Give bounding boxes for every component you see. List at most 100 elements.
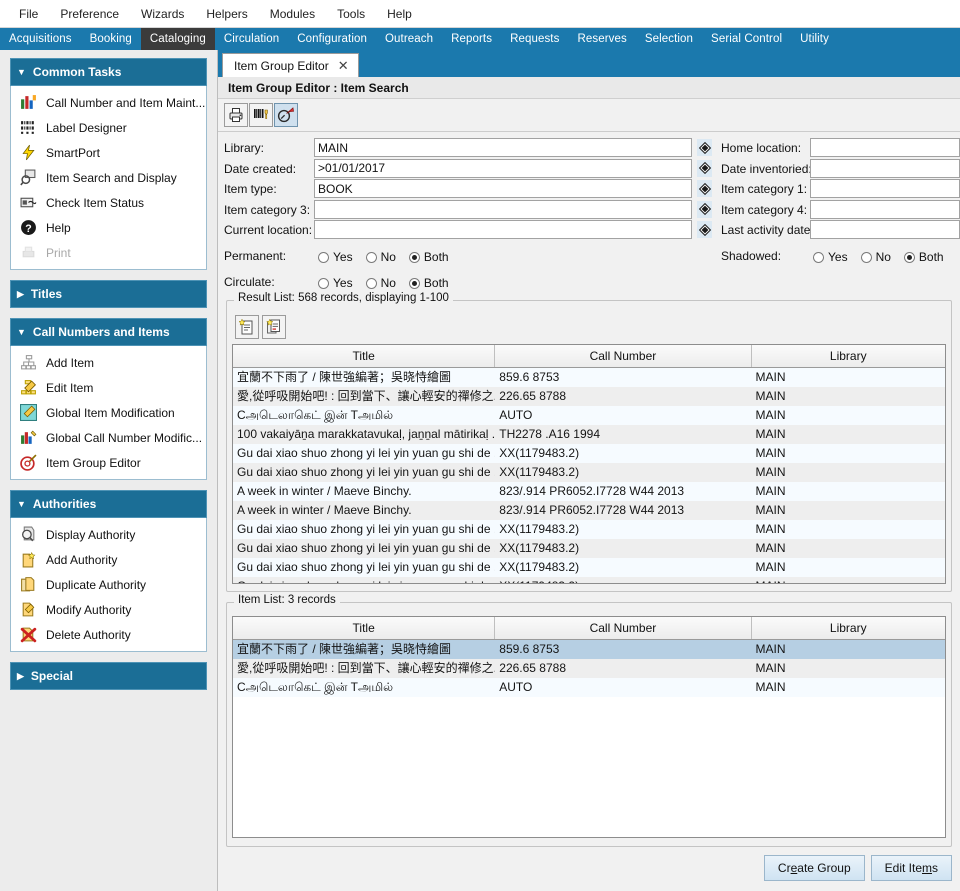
gadget-icon[interactable] <box>697 201 712 218</box>
table-row[interactable]: Gu dai xiao shuo zhong yi lei yin yuan g… <box>233 520 945 539</box>
column-header-title[interactable]: Title <box>233 345 495 367</box>
sidebar-item-check-item-status[interactable]: Check Item Status <box>11 190 206 215</box>
gadget-icon[interactable] <box>697 160 712 177</box>
table-row[interactable]: 100 vakaiyāṉa marakkatavukaḷ, jaṉṉal māt… <box>233 425 945 444</box>
menu-item-help[interactable]: Help <box>376 3 423 25</box>
column-header-title[interactable]: Title <box>233 617 495 639</box>
sidebar-item-item-group-editor[interactable]: Item Group Editor <box>11 450 206 475</box>
shadowed-radio-yes[interactable] <box>813 252 824 263</box>
sidebar-item-label: Add Authority <box>46 553 117 567</box>
menu-item-helpers[interactable]: Helpers <box>195 3 258 25</box>
column-header-library[interactable]: Library <box>752 617 945 639</box>
menu-item-wizards[interactable]: Wizards <box>130 3 195 25</box>
display-authority-icon <box>20 526 37 543</box>
column-header-library[interactable]: Library <box>752 345 945 367</box>
module-tab-configuration[interactable]: Configuration <box>288 28 376 50</box>
module-tab-serial-control[interactable]: Serial Control <box>702 28 791 50</box>
shadowed-radio-both[interactable] <box>904 252 915 263</box>
table-row[interactable]: Gu dai xiao shuo zhong yi lei yin yuan g… <box>233 539 945 558</box>
sidebar-item-add-item[interactable]: Add Item <box>11 350 206 375</box>
table-row[interactable]: Gu dai xiao shuo zhong yi lei yin yuan g… <box>233 463 945 482</box>
edit-items-button[interactable]: Edit Items <box>871 855 952 881</box>
sidebar-item-add-authority[interactable]: Add Authority <box>11 547 206 572</box>
module-tab-reports[interactable]: Reports <box>442 28 501 50</box>
sidebar-item-edit-item[interactable]: Edit Item <box>11 375 206 400</box>
barcode-icon[interactable] <box>249 103 273 127</box>
panel-header-call-numbers-and-items[interactable]: ▼Call Numbers and Items <box>10 318 207 346</box>
column-header-call-number[interactable]: Call Number <box>495 617 751 639</box>
copy-record-icon[interactable] <box>262 315 286 339</box>
sidebar-item-display-authority[interactable]: Display Authority <box>11 522 206 547</box>
sidebar-item-item-search-and-display[interactable]: Item Search and Display <box>11 165 206 190</box>
panel-header-special[interactable]: ▶Special <box>10 662 207 690</box>
create-group-button[interactable]: Create Group <box>764 855 865 881</box>
new-record-icon[interactable] <box>235 315 259 339</box>
table-row[interactable]: Gu dai xiao shuo zhong yi lei yin yuan g… <box>233 577 945 584</box>
sidebar-item-global-item-modification[interactable]: Global Item Modification <box>11 400 206 425</box>
panel-header-common-tasks[interactable]: ▼Common Tasks <box>10 58 207 86</box>
permanent-radio-no[interactable] <box>366 252 377 263</box>
menu-item-preference[interactable]: Preference <box>49 3 130 25</box>
menu-item-tools[interactable]: Tools <box>326 3 376 25</box>
column-header-call-number[interactable]: Call Number <box>495 345 751 367</box>
cell-title: Gu dai xiao shuo zhong yi lei yin yuan g… <box>233 463 495 482</box>
tab-item-group-editor[interactable]: Item Group Editor ✕ <box>222 53 359 77</box>
input-home-location[interactable] <box>810 138 960 157</box>
input-item-category-4[interactable] <box>810 200 960 219</box>
close-icon[interactable]: ✕ <box>338 59 349 72</box>
sidebar-item-help[interactable]: ?Help <box>11 215 206 240</box>
input-last-activity-date[interactable] <box>810 220 960 239</box>
modify-record-icon[interactable] <box>274 103 298 127</box>
sidebar-item-call-number-and-item-maint[interactable]: Call Number and Item Maint... <box>11 90 206 115</box>
table-row[interactable]: 宜蘭不下雨了 / 陳世強編著；吳晓恃繪圖859.6 8753MAIN <box>233 640 945 659</box>
table-row[interactable]: Gu dai xiao shuo zhong yi lei yin yuan g… <box>233 444 945 463</box>
gadget-icon[interactable] <box>697 139 712 156</box>
table-row[interactable]: A week in winter / Maeve Binchy.823/.914… <box>233 482 945 501</box>
button-label-post: ate Group <box>797 861 850 875</box>
module-tab-booking[interactable]: Booking <box>81 28 141 50</box>
module-tab-cataloging[interactable]: Cataloging <box>141 28 215 50</box>
module-tab-acquisitions[interactable]: Acquisitions <box>0 28 81 50</box>
menu-item-modules[interactable]: Modules <box>259 3 326 25</box>
table-row[interactable]: Cஅடெலாகெட் இன் Tஅமில்AUTOMAIN <box>233 678 945 697</box>
menu-item-file[interactable]: File <box>8 3 49 25</box>
input-item-category-1[interactable] <box>810 179 960 198</box>
module-tab-requests[interactable]: Requests <box>501 28 568 50</box>
circulate-radio-yes[interactable] <box>318 278 329 289</box>
circulate-radio-no[interactable] <box>366 278 377 289</box>
gadget-icon[interactable] <box>697 180 712 197</box>
module-tab-outreach[interactable]: Outreach <box>376 28 442 50</box>
sidebar-item-delete-authority[interactable]: Delete Authority <box>11 622 206 647</box>
shadowed-radio-no[interactable] <box>861 252 872 263</box>
panel-header-titles[interactable]: ▶Titles <box>10 280 207 308</box>
input-date-inventoried[interactable] <box>810 159 960 178</box>
table-row[interactable]: 愛,從呼吸開始吧! : 回到當下、讓心輕安的禪修之...226.65 8788M… <box>233 387 945 406</box>
module-tab-circulation[interactable]: Circulation <box>215 28 288 50</box>
circulate-radio-both[interactable] <box>409 278 420 289</box>
sidebar-item-smartport[interactable]: SmartPort <box>11 140 206 165</box>
module-tab-utility[interactable]: Utility <box>791 28 838 50</box>
module-tab-reserves[interactable]: Reserves <box>568 28 635 50</box>
input-item-category-3[interactable] <box>314 200 692 219</box>
input-current-location[interactable] <box>314 220 692 239</box>
table-row[interactable]: A week in winter / Maeve Binchy.823/.914… <box>233 501 945 520</box>
sidebar-item-label-designer[interactable]: Label Designer <box>11 115 206 140</box>
sidebar-item-modify-authority[interactable]: Modify Authority <box>11 597 206 622</box>
permanent-radio-yes[interactable] <box>318 252 329 263</box>
gadget-icon[interactable] <box>697 221 712 238</box>
print-icon[interactable] <box>224 103 248 127</box>
table-row[interactable]: 愛,從呼吸開始吧! : 回到當下、讓心輕安的禪修之...226.65 8788M… <box>233 659 945 678</box>
panel-header-authorities[interactable]: ▼Authorities <box>10 490 207 518</box>
input-item-type[interactable] <box>314 179 692 198</box>
table-row[interactable]: Cஅடெலாகெட் இன் Tஅமில்AUTOMAIN <box>233 406 945 425</box>
result-list-grid[interactable]: TitleCall NumberLibrary宜蘭不下雨了 / 陳世強編著；吳晓… <box>232 344 946 584</box>
module-tab-selection[interactable]: Selection <box>636 28 702 50</box>
input-date-created[interactable] <box>314 159 692 178</box>
sidebar-item-duplicate-authority[interactable]: Duplicate Authority <box>11 572 206 597</box>
item-list-grid[interactable]: TitleCall NumberLibrary宜蘭不下雨了 / 陳世強編著；吳晓… <box>232 616 946 838</box>
permanent-radio-both[interactable] <box>409 252 420 263</box>
table-row[interactable]: 宜蘭不下雨了 / 陳世強編著；吳晓恃繪圖859.6 8753MAIN <box>233 368 945 387</box>
table-row[interactable]: Gu dai xiao shuo zhong yi lei yin yuan g… <box>233 558 945 577</box>
input-library[interactable] <box>314 138 692 157</box>
sidebar-item-global-call-number-modific[interactable]: Global Call Number Modific... <box>11 425 206 450</box>
